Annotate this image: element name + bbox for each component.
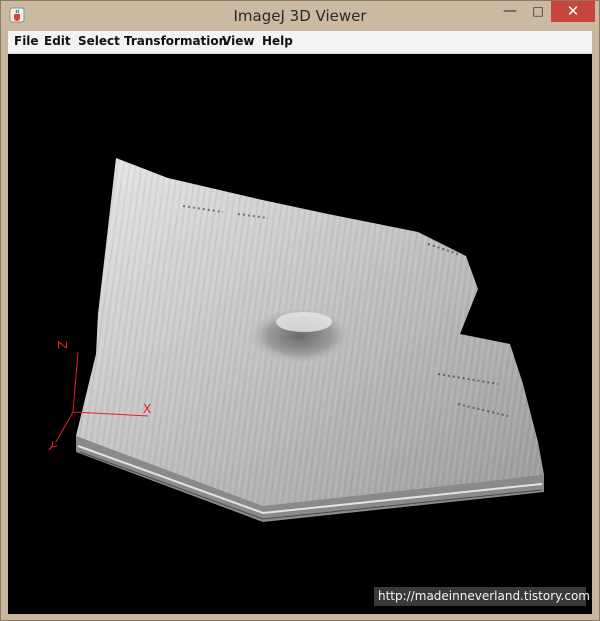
menu-file[interactable]: File [14,34,39,48]
menu-edit[interactable]: Edit [44,34,71,48]
surface-render [55,158,544,522]
axis-label-x: X [143,402,152,416]
imagej-3d-viewer-window: ImageJ 3D Viewer — □ ✕ File Edit Select … [0,0,600,621]
watermark-url: http://madeinneverland.tistory.com [374,587,590,606]
minimize-button[interactable]: — [497,1,523,22]
menu-help[interactable]: Help [262,34,293,48]
maximize-button[interactable]: □ [525,1,551,22]
menu-transformation[interactable]: Transformation [124,34,227,48]
menu-select[interactable]: Select [78,34,120,48]
3d-viewport-canvas[interactable]: X Z Y http://madeinneverland.tistory.com [8,54,592,614]
axis-label-z: Z [55,340,70,350]
minimize-icon: — [503,3,517,19]
menu-view[interactable]: View [222,34,254,48]
menu-bar: File Edit Select Transformation View Hel… [8,31,592,54]
close-icon: ✕ [566,2,580,20]
title-bar[interactable]: ImageJ 3D Viewer — □ ✕ [1,1,599,31]
close-button[interactable]: ✕ [551,1,595,22]
maximize-icon: □ [532,4,544,18]
